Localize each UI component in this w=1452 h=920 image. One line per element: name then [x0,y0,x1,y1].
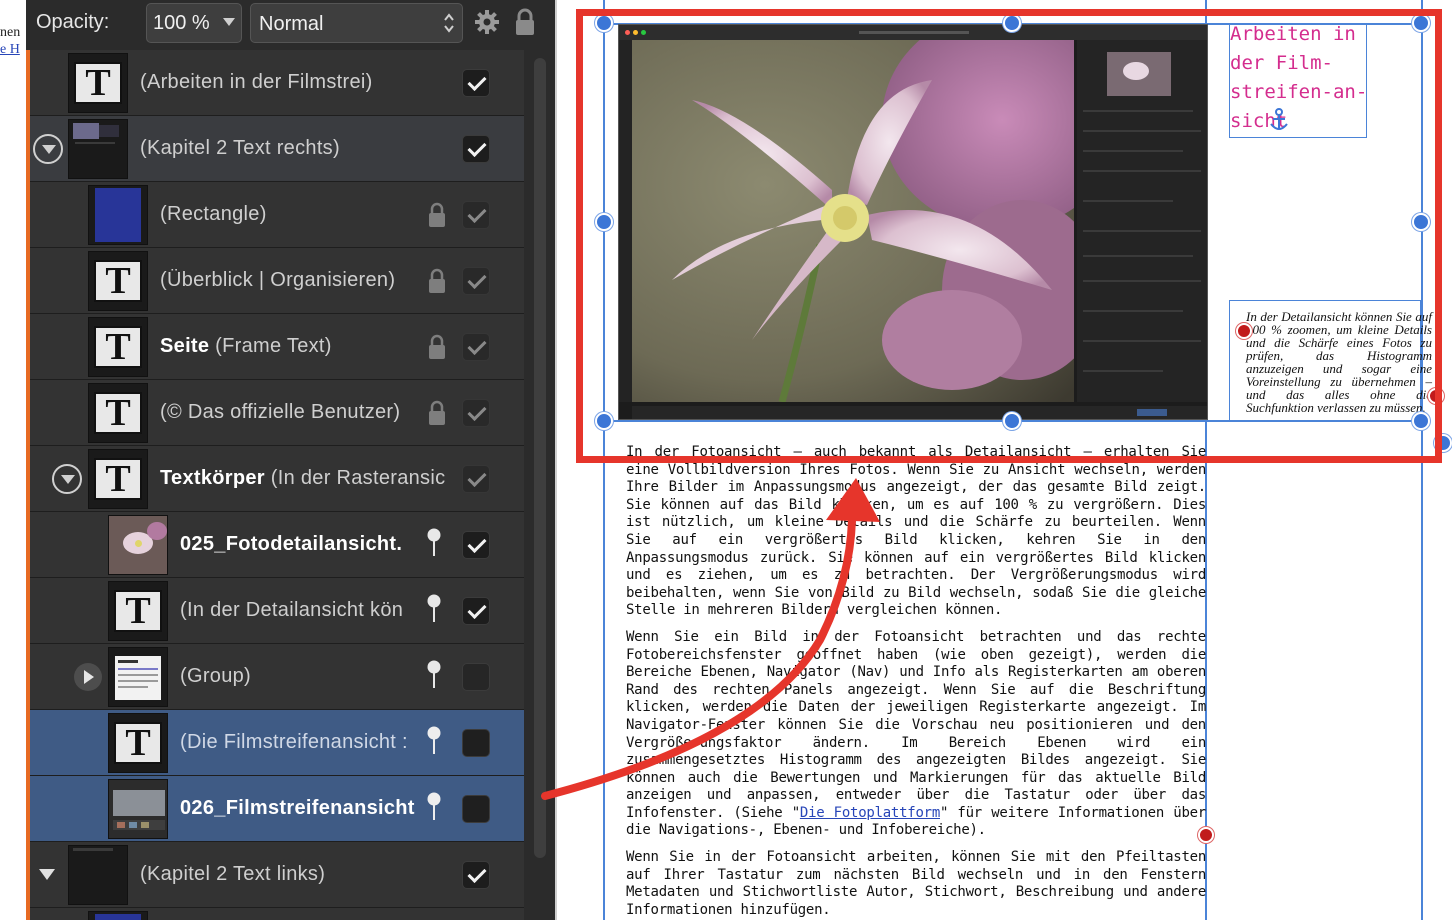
lock-icon[interactable] [428,334,446,360]
cross-reference-link[interactable]: Die Fotoplattform [800,805,940,821]
text-layer-icon: T [88,251,148,311]
stepper-icon [444,13,454,33]
body-paragraph: Wenn Sie in der Fotoansicht arbeiten, kö… [626,849,1206,918]
body-text-frame[interactable]: In der Fotoansicht – auch bekannt als De… [626,444,1206,920]
opacity-label: Opacity: [36,11,110,33]
layer-row[interactable]: 026_Filmstreifenansicht [30,776,524,842]
layer-name: (In der Rasteransic [264,467,446,489]
page-thumbnail [68,845,128,905]
visibility-checkbox[interactable] [462,729,490,757]
expand-arrow-icon[interactable] [36,864,58,886]
pin-icon[interactable] [426,660,442,690]
filmstrip-image-thumbnail [108,779,168,839]
visibility-checkbox[interactable] [462,465,490,493]
layer-row[interactable]: T Seite (Frame Text) [30,314,524,380]
document-link-fragment[interactable]: e H [0,41,20,58]
layer-name: 026_Filmstreifenansicht [180,797,415,819]
layer-name: (Group) [180,665,252,687]
layer-name: (In der Detailansicht kön [180,599,404,621]
visibility-checkbox[interactable] [462,531,490,559]
group-thumbnail [108,647,168,707]
chevron-down-icon [223,18,235,26]
visibility-checkbox[interactable] [462,597,490,625]
visibility-checkbox[interactable] [462,663,490,691]
blend-mode-value: Normal [259,13,324,35]
scrollbar[interactable] [534,58,546,858]
pin-icon[interactable] [426,594,442,624]
expand-toggle-icon[interactable] [52,464,82,494]
layers-list: T (Arbeiten in der Filmstrei) (Kapitel 2… [30,50,524,920]
text-layer-icon: T [108,713,168,773]
layer-row[interactable]: T (In der Detailansicht kön [30,578,524,644]
layer-row[interactable]: T (Arbeiten in der Filmstrei) [30,50,524,116]
layer-row[interactable]: (Group) [30,644,524,710]
lock-icon[interactable] [428,268,446,294]
text-layer-icon: T [68,53,128,113]
opacity-value: 100 % [153,11,210,34]
layers-panel: nen e H Opacity: 100 % Normal T (Arbeite… [0,0,555,920]
layer-name: (Rectangle) [160,203,267,225]
visibility-checkbox[interactable] [462,333,490,361]
visibility-checkbox[interactable] [462,795,490,823]
highlight-box [576,9,1442,463]
layer-name-bold: Textkörper [160,467,265,489]
text-layer-icon: T [108,581,168,641]
layer-name: (Überblick | Organisieren) [160,269,396,291]
layer-row[interactable]: (Kapitel 2 Text rechts) [30,116,524,182]
rectangle-thumbnail [88,185,148,245]
layer-row[interactable]: T (© Das offizielle Benutzer) [30,380,524,446]
visibility-checkbox[interactable] [462,69,490,97]
layer-name-bold: Seite [160,335,210,357]
pin-icon[interactable] [426,792,442,822]
flower-image-thumbnail [108,515,168,575]
visibility-checkbox[interactable] [462,135,490,163]
layer-row[interactable] [30,908,524,920]
layers-toolbar: Opacity: 100 % Normal [26,0,555,50]
rectangle-thumbnail [88,911,148,920]
lock-icon[interactable] [428,202,446,228]
body-paragraph-with-link: Wenn Sie ein Bild in der Fotoansicht bet… [626,629,1206,840]
layer-name: (Arbeiten in der Filmstrei) [140,71,373,93]
opacity-dropdown[interactable]: 100 % [146,3,242,43]
visibility-checkbox[interactable] [462,861,490,889]
layer-name: (Kapitel 2 Text rechts) [140,137,340,159]
layer-row[interactable]: T Textkörper (In der Rasteransic [30,446,524,512]
document-text-fragment: nen [0,25,21,40]
layer-row[interactable]: T (Die Filmstreifenansicht : [30,710,524,776]
layer-row[interactable]: T (Überblick | Organisieren) [30,248,524,314]
visibility-checkbox[interactable] [462,399,490,427]
blend-mode-select[interactable]: Normal [250,3,463,43]
visibility-checkbox[interactable] [462,201,490,229]
body-text-span: Wenn Sie ein Bild in der Fotoansicht bet… [626,628,1206,821]
text-layer-icon: T [88,449,148,509]
pin-icon[interactable] [426,528,442,558]
text-layer-icon: T [88,317,148,377]
visibility-checkbox[interactable] [462,267,490,295]
body-paragraph: In der Fotoansicht – auch bekannt als De… [626,444,1206,619]
layer-name: (Die Filmstreifenansicht : [180,731,408,753]
layer-name-wrapper: Seite (Frame Text) [160,335,415,358]
text-flow-handle[interactable] [1198,827,1214,843]
layer-row[interactable]: (Rectangle) [30,182,524,248]
expand-arrow-icon[interactable] [74,663,102,691]
layer-name: 025_Fotodetailansicht. [180,533,403,555]
text-layer-icon: T [88,383,148,443]
layer-name: (Frame Text) [209,335,332,357]
layer-row[interactable]: (Kapitel 2 Text links) [30,842,524,908]
page-thumbnail [68,119,128,179]
layer-row[interactable]: 025_Fotodetailansicht. [30,512,524,578]
layer-name: (© Das offizielle Benutzer) [160,401,401,423]
lock-icon[interactable] [428,400,446,426]
layer-name: (Kapitel 2 Text links) [140,863,326,885]
layer-name-wrapper: Textkörper (In der Rasteransic [160,467,452,490]
lock-icon[interactable] [514,8,536,36]
expand-toggle-icon[interactable] [33,134,63,164]
gear-icon[interactable] [474,9,500,35]
document-edge: nen e H [0,0,26,920]
pin-icon[interactable] [426,726,442,756]
